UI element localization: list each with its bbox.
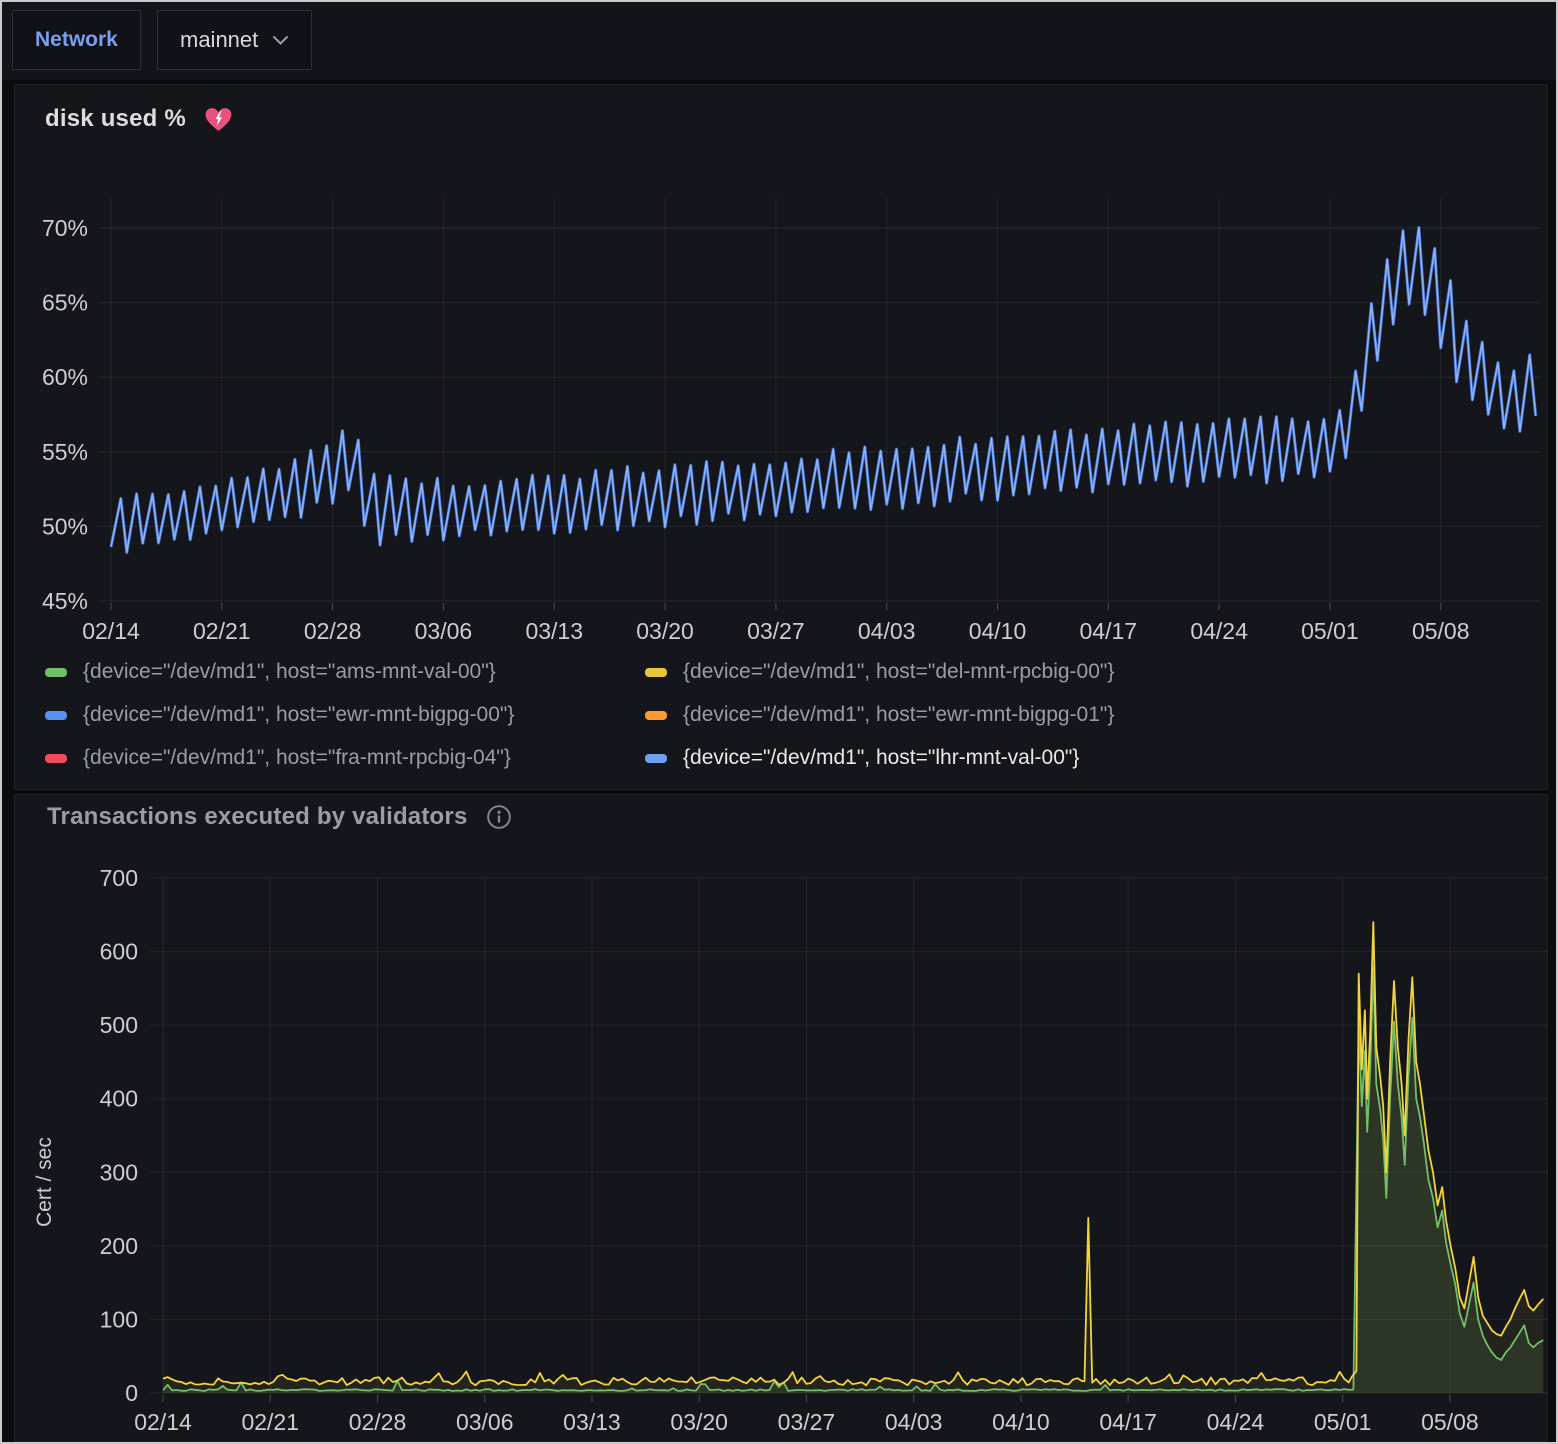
panel-transactions-header[interactable]: Transactions executed by validators [47,803,512,831]
chevron-down-icon [272,35,289,46]
network-variable-value: mainnet [180,27,258,53]
axis-tick-label: 02/14 [82,618,140,644]
axis-tick-label: 65% [42,290,88,316]
axis-tick-label: 50% [42,513,88,539]
variable-bar: Network mainnet [2,2,1556,80]
series-area-fill [163,922,1543,1393]
axis-tick-label: 02/28 [304,618,362,644]
axis-tick-label: 03/13 [563,1409,621,1435]
network-variable-label: Network [35,28,118,52]
axis-tick-label: 05/01 [1301,618,1359,644]
legend-item[interactable]: {device="/dev/md1", host="ewr-mnt-bigpg-… [45,703,645,727]
broken-heart-icon [204,106,233,133]
axis-tick-label: 03/27 [778,1409,836,1435]
axis-tick-label: 03/20 [670,1409,728,1435]
axis-tick-label: 60% [42,364,88,390]
axis-tick-label: 04/10 [969,618,1027,644]
axis-tick-label: 05/01 [1314,1409,1372,1435]
legend-series-swatch-icon [645,711,667,720]
panel-disk-used: disk used % 02/14 02/21 02/28 03/06 03/13 03/… [14,84,1548,790]
legend-series-label: {device="/dev/md1", host="ewr-mnt-bigpg-… [83,703,514,727]
axis-tick-label: 02/21 [241,1409,299,1435]
series-area-fill [163,966,1543,1393]
axis-tick-label: 02/14 [134,1409,192,1435]
panel-disk-used-header[interactable]: disk used % [45,105,233,133]
legend-series-swatch-icon [45,754,67,763]
axis-tick-label: 04/17 [1099,1409,1157,1435]
legend-item[interactable]: {device="/dev/md1", host="ams-mnt-val-00… [45,660,645,684]
legend-series-swatch-icon [645,668,667,677]
panel-transactions: Transactions executed by validators Cert… [14,794,1548,1442]
legend-series-label: {device="/dev/md1", host="del-mnt-rpcbig… [683,660,1114,684]
axis-tick-label: 05/08 [1421,1409,1479,1435]
legend-series-label: {device="/dev/md1", host="ams-mnt-val-00… [83,660,496,684]
info-icon[interactable] [486,804,512,830]
legend-item[interactable]: {device="/dev/md1", host="ewr-mnt-bigpg-… [645,703,1245,727]
panel-title: Transactions executed by validators [47,803,468,831]
legend-series-swatch-icon [645,754,667,763]
series-line-yellow [163,922,1543,1385]
axis-tick-label: 300 [100,1159,138,1185]
transactions-chart[interactable]: 02/14 02/21 02/28 03/06 03/13 03/20 03/27 04/03… [15,865,1549,1443]
axis-tick-label: 600 [100,939,138,965]
legend-series-label: {device="/dev/md1", host="fra-mnt-rpcbig… [83,746,511,770]
axis-tick-label: 700 [100,865,138,891]
axis-tick-label: 100 [100,1306,138,1332]
axis-tick-label: 400 [100,1086,138,1112]
legend-item[interactable]: {device="/dev/md1", host="del-mnt-rpcbig… [645,660,1245,684]
series-line-green [163,966,1543,1391]
panel-title: disk used % [45,105,186,133]
axis-tick-label: 05/08 [1412,618,1470,644]
legend-series-swatch-icon [45,668,67,677]
axis-tick-label: 03/20 [636,618,694,644]
axis-tick-label: 03/06 [415,618,473,644]
network-variable-label-box: Network [12,10,141,70]
axis-tick-label: 02/21 [193,618,251,644]
axis-tick-label: 200 [100,1233,138,1259]
axis-tick-label: 500 [100,1012,138,1038]
legend-series-swatch-icon [45,711,67,720]
axis-tick-label: 04/03 [885,1409,943,1435]
network-variable-dropdown[interactable]: mainnet [157,10,312,70]
axis-tick-label: 03/06 [456,1409,514,1435]
axis-tick-label: 04/24 [1190,618,1248,644]
axis-tick-label: 03/13 [525,618,583,644]
axis-tick-label: 04/24 [1207,1409,1265,1435]
axis-tick-label: 04/17 [1080,618,1138,644]
axis-tick-label: 70% [42,215,88,241]
series-line [111,228,1536,553]
axis-tick-label: 02/28 [349,1409,407,1435]
axis-tick-label: 04/03 [858,618,916,644]
disk-used-chart[interactable]: 02/14 02/21 02/28 03/06 03/13 03/20 03/27 04/03… [15,185,1549,665]
legend-series-label: {device="/dev/md1", host="ewr-mnt-bigpg-… [683,703,1114,727]
axis-tick-label: 0 [125,1380,138,1406]
legend-series-label: {device="/dev/md1", host="lhr-mnt-val-00… [683,746,1079,770]
axis-tick-label: 55% [42,439,88,465]
legend: {device="/dev/md1", host="ams-mnt-val-00… [45,660,1537,770]
legend-item[interactable]: {device="/dev/md1", host="lhr-mnt-val-00… [645,746,1245,770]
axis-tick-label: 03/27 [747,618,805,644]
axis-tick-label: 45% [42,588,88,614]
grafana-dashboard: { "top_bar": { "network_label": "Network… [0,0,1558,1444]
axis-tick-label: 04/10 [992,1409,1050,1435]
legend-item[interactable]: {device="/dev/md1", host="fra-mnt-rpcbig… [45,746,645,770]
